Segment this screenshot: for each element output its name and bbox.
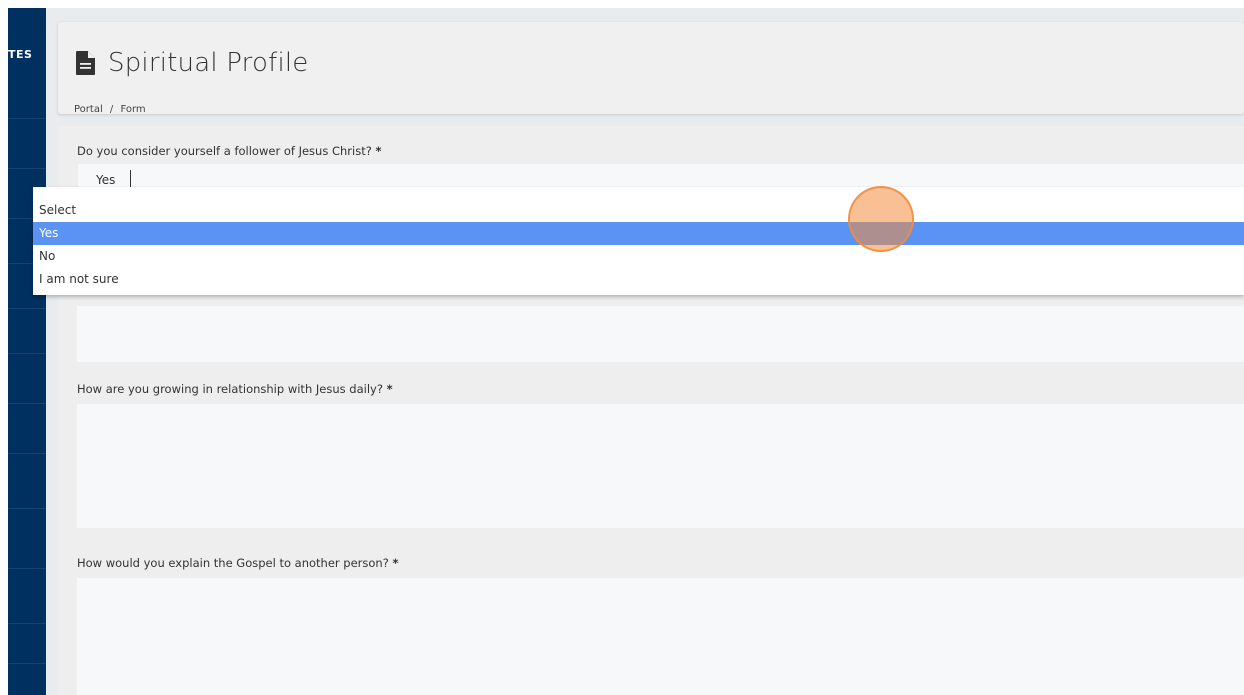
option-not-sure[interactable]: I am not sure bbox=[33, 268, 1244, 291]
option-yes[interactable]: Yes bbox=[33, 222, 1244, 245]
sidebar: TES bbox=[8, 8, 46, 695]
document-icon bbox=[76, 51, 95, 75]
daily-growth-textarea[interactable] bbox=[77, 404, 1244, 528]
sidebar-divider bbox=[8, 308, 46, 309]
answer-area-1 bbox=[77, 306, 1244, 362]
sidebar-divider bbox=[8, 508, 46, 509]
question-label: How would you explain the Gospel to anot… bbox=[77, 556, 399, 570]
required-mark: * bbox=[375, 144, 382, 158]
text-caret bbox=[130, 170, 131, 188]
question-text: How would you explain the Gospel to anot… bbox=[77, 556, 389, 570]
question-text: How are you growing in relationship with… bbox=[77, 382, 383, 396]
sidebar-divider bbox=[8, 568, 46, 569]
question-label: Do you consider yourself a follower of J… bbox=[77, 144, 381, 158]
sidebar-divider bbox=[8, 118, 46, 119]
click-indicator bbox=[848, 186, 914, 252]
left-margin bbox=[0, 0, 8, 695]
question-label: How are you growing in relationship with… bbox=[77, 382, 393, 396]
breadcrumb-separator: / bbox=[109, 104, 114, 115]
follower-dropdown-list: Select Yes No I am not sure bbox=[33, 187, 1244, 295]
gospel-explanation-textarea[interactable] bbox=[77, 578, 1244, 695]
required-mark: * bbox=[386, 382, 393, 396]
required-mark: * bbox=[392, 556, 399, 570]
option-select[interactable]: Select bbox=[33, 199, 1244, 222]
select-current-value: Yes bbox=[96, 173, 116, 187]
sidebar-divider bbox=[8, 663, 46, 664]
sidebar-divider bbox=[8, 168, 46, 169]
breadcrumb: Portal / Form bbox=[74, 104, 146, 115]
sidebar-divider bbox=[8, 453, 46, 454]
option-no[interactable]: No bbox=[33, 245, 1244, 268]
sidebar-logo[interactable]: TES bbox=[8, 48, 32, 61]
question-text: Do you consider yourself a follower of J… bbox=[77, 144, 372, 158]
sidebar-divider bbox=[8, 353, 46, 354]
title-row: Spiritual Profile bbox=[76, 48, 308, 78]
page-header: Spiritual Profile Portal / Form bbox=[58, 22, 1244, 115]
sidebar-divider bbox=[8, 403, 46, 404]
breadcrumb-current: Form bbox=[120, 104, 146, 115]
main-area: Spiritual Profile Portal / Form Do you c… bbox=[46, 8, 1244, 695]
sidebar-divider bbox=[8, 623, 46, 624]
breadcrumb-portal-link[interactable]: Portal bbox=[74, 104, 103, 115]
page-title: Spiritual Profile bbox=[108, 48, 309, 78]
